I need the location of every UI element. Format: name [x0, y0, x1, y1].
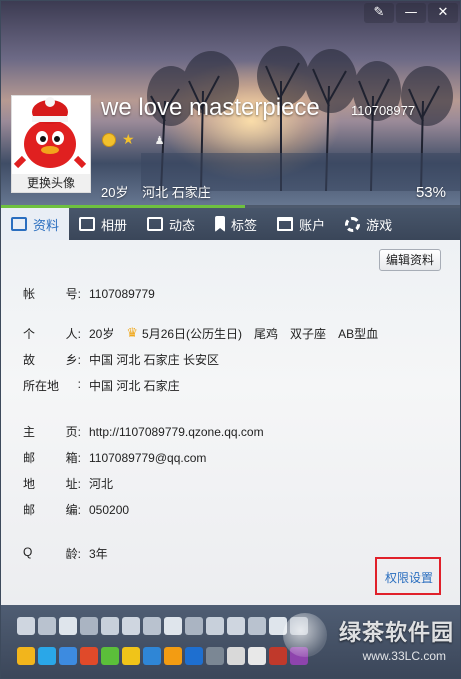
qq-profile-window: ✎ — ✕ 更换头像 we love masterpiece 110708977	[0, 0, 461, 679]
tab-label: 相册	[101, 217, 128, 233]
tab-account[interactable]: 账户	[267, 208, 335, 240]
app-shortcut-icon[interactable]	[17, 647, 35, 665]
photo-icon	[79, 217, 96, 231]
tab-profile[interactable]: 资料	[1, 208, 70, 240]
email-value: 1107089779@qq.com	[89, 450, 207, 465]
smile-icon[interactable]	[102, 133, 116, 147]
tab-label: 动态	[169, 217, 196, 233]
homepage-value[interactable]: http://1107089779.qzone.qq.com	[89, 425, 264, 439]
watermark-title: 绿茶软件园	[338, 620, 454, 645]
minimize-button[interactable]: —	[396, 3, 426, 23]
tab-games[interactable]: 游戏	[335, 208, 402, 240]
age-location: 20岁 河北 石家庄	[101, 182, 221, 201]
tab-label: 游戏	[366, 217, 393, 233]
profile-card-icon	[11, 217, 27, 231]
account-value: 1107089779	[89, 286, 155, 301]
app-icon-row	[17, 647, 308, 665]
app-shortcut-icon[interactable]	[185, 617, 203, 635]
app-shortcut-icon[interactable]	[143, 647, 161, 665]
qq-number: 110708977	[351, 103, 416, 118]
window-controls: ✎ — ✕	[364, 3, 458, 23]
feed-icon	[147, 217, 164, 231]
profile-content: 编辑资料 帐号: 1107089779 个人: 20岁 ♛ 5月26日(公历生日…	[1, 240, 460, 605]
app-shortcut-icon[interactable]	[38, 647, 56, 665]
residence-value: 中国 河北 石家庄	[89, 379, 180, 393]
profile-header: ✎ — ✕ 更换头像 we love masterpiece 110708977	[1, 1, 460, 209]
bookmark-icon	[215, 216, 226, 232]
personal-age: 20岁	[89, 327, 115, 341]
app-shortcut-icon[interactable]	[143, 617, 161, 635]
row-hometown: 故乡: 中国 河北 石家庄 长安区	[23, 353, 220, 367]
qq-age-value: 3年	[89, 547, 108, 561]
tab-label: 账户	[299, 217, 326, 233]
gear-icon	[345, 216, 361, 232]
level-percent: 53%	[415, 184, 446, 201]
change-avatar-button[interactable]: 更换头像	[12, 174, 90, 192]
tab-label: 资料	[33, 217, 60, 233]
app-bar: 绿茶软件园 www.33LC.com	[1, 605, 460, 678]
app-shortcut-icon[interactable]	[38, 617, 56, 635]
row-address: 地址: 河北	[23, 477, 114, 491]
row-qq-age: Q 龄: 3年	[23, 545, 108, 561]
tab-tags[interactable]: 标签	[205, 208, 267, 240]
crown-icon: ♛	[126, 326, 139, 341]
row-account: 帐号: 1107089779	[23, 286, 155, 302]
tab-feed[interactable]: 动态	[137, 208, 205, 240]
permission-settings-link[interactable]: 权限设置	[385, 569, 433, 586]
status-icons: ★ ♟	[102, 133, 164, 147]
app-shortcut-icon[interactable]	[80, 617, 98, 635]
app-shortcut-icon[interactable]	[122, 647, 140, 665]
personal-blood: AB型血	[338, 327, 379, 341]
app-shortcut-icon[interactable]	[206, 647, 224, 665]
header-age: 20岁	[101, 185, 129, 200]
app-shortcut-icon[interactable]	[206, 617, 224, 635]
row-homepage: 主页: http://1107089779.qzone.qq.com	[23, 424, 264, 440]
app-shortcut-icon[interactable]	[164, 647, 182, 665]
nickname: we love masterpiece	[101, 94, 320, 121]
avatar[interactable]: 更换头像	[11, 95, 91, 193]
app-shortcut-icon[interactable]	[101, 647, 119, 665]
tab-label: 标签	[231, 217, 258, 233]
edit-profile-button[interactable]: 编辑资料	[379, 249, 441, 271]
pet-icon[interactable]: ♟	[155, 134, 165, 147]
app-shortcut-icon[interactable]	[80, 647, 98, 665]
personal-birthday: 5月26日(公历生日)	[142, 327, 243, 341]
app-shortcut-icon[interactable]	[122, 617, 140, 635]
row-personal: 个人: 20岁 ♛ 5月26日(公历生日) 尾鸡 双子座 AB型血	[23, 326, 379, 341]
watermark-logo-icon	[283, 613, 327, 657]
personal-zodiac: 尾鸡	[254, 327, 279, 341]
app-shortcut-icon[interactable]	[248, 617, 266, 635]
app-shortcut-icon[interactable]	[185, 647, 203, 665]
app-shortcut-icon[interactable]	[248, 647, 266, 665]
star-icon[interactable]: ★	[122, 133, 135, 147]
row-email: 邮箱: 1107089779@qq.com	[23, 450, 207, 466]
app-shortcut-icon[interactable]	[227, 647, 245, 665]
app-shortcut-icon[interactable]	[164, 617, 182, 635]
hometown-value: 中国 河北 石家庄 长安区	[89, 353, 220, 367]
app-shortcut-icon[interactable]	[227, 617, 245, 635]
profile-tabs: 资料 相册 动态 标签 账户 游戏	[1, 208, 460, 240]
address-value: 河北	[89, 477, 114, 491]
app-shortcut-icon[interactable]	[59, 617, 77, 635]
app-icon-row	[17, 617, 308, 635]
app-shortcut-icon[interactable]	[59, 647, 77, 665]
tab-album[interactable]: 相册	[69, 208, 137, 240]
watermark-url: www.33LC.com	[362, 649, 446, 663]
skin-icon[interactable]: ✎	[364, 3, 394, 23]
header-location: 河北 石家庄	[142, 185, 211, 200]
row-zipcode: 邮编: 050200	[23, 502, 130, 518]
app-shortcut-icon[interactable]	[17, 617, 35, 635]
zipcode-value: 050200	[89, 502, 130, 517]
app-shortcut-icon[interactable]	[269, 647, 287, 665]
app-shortcut-icon[interactable]	[101, 617, 119, 635]
qq-penguin-avatar-icon	[12, 96, 90, 174]
row-residence: 所在地: 中国 河北 石家庄	[23, 377, 180, 393]
personal-constellation: 双子座	[290, 327, 327, 341]
wallet-icon	[277, 217, 294, 231]
close-button[interactable]: ✕	[428, 3, 458, 23]
